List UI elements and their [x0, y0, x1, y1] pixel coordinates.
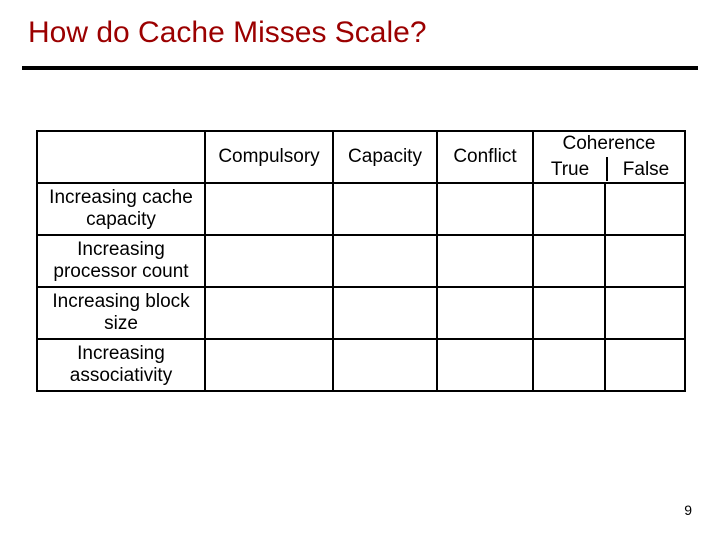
cell: [533, 235, 605, 287]
miss-scale-table: Compulsory Capacity Conflict Coherence T…: [36, 130, 684, 392]
cell: [605, 287, 685, 339]
cell: [205, 287, 333, 339]
header-blank: [37, 131, 205, 183]
cell: [437, 339, 533, 391]
cell: [437, 235, 533, 287]
row-label: Increasing cache capacity: [37, 183, 205, 235]
row-label-line2: size: [38, 313, 204, 335]
row-label: Increasing associativity: [37, 339, 205, 391]
cell: [605, 183, 685, 235]
title-divider: [22, 66, 698, 70]
row-label: Increasing block size: [37, 287, 205, 339]
header-compulsory: Compulsory: [205, 131, 333, 183]
cell: [333, 235, 437, 287]
row-label-line2: associativity: [38, 365, 204, 387]
cell: [437, 183, 533, 235]
header-coherence-label: Coherence: [534, 133, 684, 157]
row-label-line1: Increasing cache: [38, 187, 204, 209]
table-row: Increasing cache capacity: [37, 183, 685, 235]
table-row: Increasing block size: [37, 287, 685, 339]
cell: [205, 183, 333, 235]
table-header-row: Compulsory Capacity Conflict Coherence T…: [37, 131, 685, 183]
page-number: 9: [684, 502, 692, 518]
slide: How do Cache Misses Scale? Compulsory Ca…: [0, 0, 720, 540]
row-label-line1: Increasing: [38, 239, 204, 261]
cell: [333, 183, 437, 235]
row-label: Increasing processor count: [37, 235, 205, 287]
header-coherence-false: False: [608, 157, 684, 181]
cell: [533, 183, 605, 235]
slide-title: How do Cache Misses Scale?: [28, 16, 427, 50]
cell: [333, 339, 437, 391]
row-label-line2: processor count: [38, 261, 204, 283]
header-conflict: Conflict: [437, 131, 533, 183]
cell: [605, 339, 685, 391]
cell: [205, 235, 333, 287]
header-capacity: Capacity: [333, 131, 437, 183]
header-coherence-true: True: [534, 157, 608, 181]
cell: [605, 235, 685, 287]
table-row: Increasing associativity: [37, 339, 685, 391]
cell: [533, 339, 605, 391]
header-coherence: Coherence True False: [533, 131, 685, 183]
table-row: Increasing processor count: [37, 235, 685, 287]
row-label-line1: Increasing: [38, 343, 204, 365]
row-label-line2: capacity: [38, 209, 204, 231]
cell: [205, 339, 333, 391]
table: Compulsory Capacity Conflict Coherence T…: [36, 130, 686, 392]
cell: [437, 287, 533, 339]
row-label-line1: Increasing block: [38, 291, 204, 313]
cell: [333, 287, 437, 339]
cell: [533, 287, 605, 339]
